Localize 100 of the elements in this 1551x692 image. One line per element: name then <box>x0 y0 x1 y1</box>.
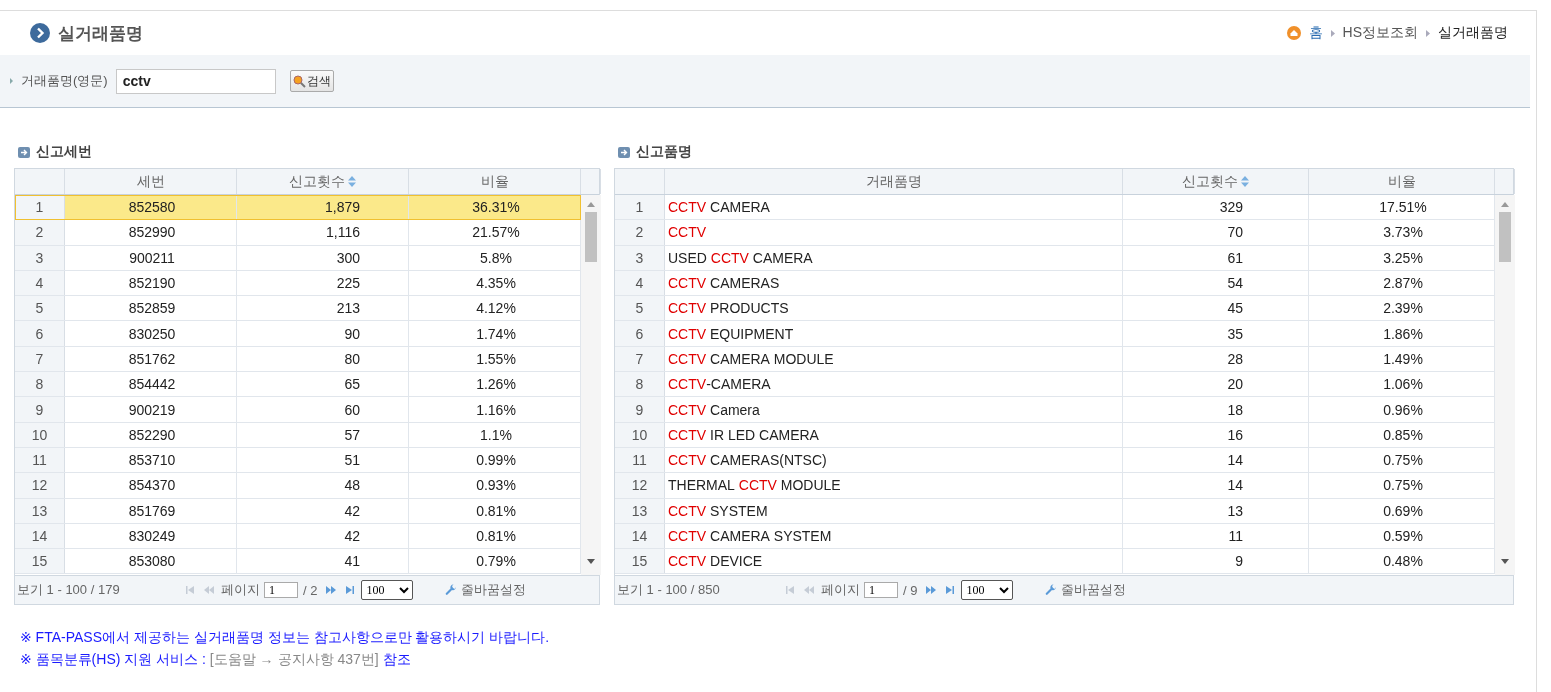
table-row[interactable]: 5 CCTV PRODUCTS 45 2.39% <box>615 296 1495 322</box>
table-row[interactable]: 15 853080 41 0.79% <box>15 549 581 575</box>
table-cell: CCTV CAMERAS(NTSC) <box>665 447 1123 473</box>
table-row[interactable]: 7 851762 80 1.55% <box>15 346 581 373</box>
table-cell: 14 <box>1123 473 1309 498</box>
column-header[interactable]: 비율 <box>1309 169 1495 194</box>
table-row[interactable]: 6 830250 90 1.74% <box>15 321 581 347</box>
table-row[interactable]: 13 851769 42 0.81% <box>15 498 581 524</box>
first-page-icon[interactable] <box>185 586 197 594</box>
last-page-icon[interactable] <box>343 586 356 594</box>
table-row[interactable]: 3 900211 300 5.8% <box>15 245 581 271</box>
table-row[interactable]: 9 CCTV Camera 18 0.96% <box>615 397 1495 423</box>
table-row[interactable]: 9 900219 60 1.16% <box>15 397 581 423</box>
row-number: 14 <box>15 523 65 549</box>
page-total: / 2 <box>303 582 318 598</box>
column-header[interactable]: 거래품명 <box>665 169 1123 194</box>
table-cell: CCTV CAMERA SYSTEM <box>665 523 1123 549</box>
table-row[interactable]: 11 853710 51 0.99% <box>15 447 581 474</box>
table-cell: CCTV CAMERA MODULE <box>665 346 1123 372</box>
table-row[interactable]: 14 CCTV CAMERA SYSTEM 11 0.59% <box>615 523 1495 550</box>
search-button[interactable]: 검색 <box>289 70 334 92</box>
wrap-settings-button[interactable]: 줄바꿈설정 <box>1045 581 1127 599</box>
breadcrumb-link[interactable]: 홈 <box>1308 24 1323 42</box>
table-row[interactable]: 12 854370 48 0.93% <box>15 473 581 499</box>
first-page-icon[interactable] <box>785 586 797 594</box>
table-cell: 852580 <box>65 195 237 220</box>
previous-page-icon[interactable] <box>203 586 215 594</box>
table-row[interactable]: 4 852190 225 4.35% <box>15 270 581 297</box>
row-number: 5 <box>15 296 65 321</box>
table-row[interactable]: 5 852859 213 4.12% <box>15 296 581 322</box>
table-row[interactable]: 2 CCTV 70 3.73% <box>615 220 1495 246</box>
page-label: 페이지 <box>221 581 260 599</box>
table-row[interactable]: 13 CCTV SYSTEM 13 0.69% <box>615 498 1495 524</box>
column-header[interactable]: 비율 <box>409 169 581 194</box>
table-row[interactable]: 6 CCTV EQUIPMENT 35 1.86% <box>615 321 1495 347</box>
row-number: 6 <box>615 321 665 346</box>
table-row[interactable]: 4 CCTV CAMERAS 54 2.87% <box>615 270 1495 297</box>
table-row[interactable]: 8 854442 65 1.26% <box>15 372 581 398</box>
table-row[interactable]: 3 USED CCTV CAMERA 61 3.25% <box>615 245 1495 271</box>
table-row[interactable]: 11 CCTV CAMERAS(NTSC) 14 0.75% <box>615 447 1495 474</box>
table-cell: CCTV DEVICE <box>665 549 1123 574</box>
scrollbar[interactable] <box>581 195 601 575</box>
table-cell: 854442 <box>65 372 237 397</box>
search-icon <box>292 74 306 88</box>
table-cell: 16 <box>1123 422 1309 447</box>
breadcrumb-link[interactable]: 실거래품명 <box>1438 24 1508 42</box>
column-header[interactable]: 신고횟수 <box>1123 169 1309 194</box>
table-row[interactable]: 1 852580 1,879 36.31% <box>15 195 581 221</box>
table-cell: 852290 <box>65 422 237 447</box>
row-number: 12 <box>615 473 665 498</box>
table-row[interactable]: 7 CCTV CAMERA MODULE 28 1.49% <box>615 346 1495 373</box>
row-number: 2 <box>15 220 65 245</box>
table-row[interactable]: 2 852990 1,116 21.57% <box>15 220 581 246</box>
row-number: 13 <box>15 498 65 523</box>
table-cell: CCTV <box>665 220 1123 245</box>
column-header[interactable]: 신고횟수 <box>237 169 409 194</box>
row-number: 15 <box>15 549 65 574</box>
table-row[interactable]: 15 CCTV DEVICE 9 0.48% <box>615 549 1495 575</box>
next-page-icon[interactable] <box>925 586 938 594</box>
page-input[interactable]: 1 <box>864 582 898 598</box>
scrollbar[interactable] <box>1495 195 1515 575</box>
table-cell: 90 <box>237 321 409 346</box>
row-number: 1 <box>15 195 65 220</box>
table-cell: 854370 <box>65 473 237 498</box>
page-size-select[interactable]: 100 <box>961 580 1014 600</box>
breadcrumb-link[interactable]: HS정보조회 <box>1342 24 1418 42</box>
table-cell: 329 <box>1123 195 1309 220</box>
previous-page-icon[interactable] <box>803 586 815 594</box>
help-link[interactable]: [도움말 → 공지사항 437번] <box>209 651 379 667</box>
table-row[interactable]: 12 THERMAL CCTV MODULE 14 0.75% <box>615 473 1495 499</box>
home-icon <box>1286 26 1301 40</box>
row-number: 2 <box>615 220 665 245</box>
table-row[interactable]: 8 CCTV-CAMERA 20 1.06% <box>615 372 1495 398</box>
table-cell: 830250 <box>65 321 237 346</box>
last-page-icon[interactable] <box>943 586 956 594</box>
column-header[interactable]: 세번 <box>65 169 237 194</box>
row-number: 10 <box>15 422 65 447</box>
table-cell: 852990 <box>65 220 237 245</box>
wrap-settings-button[interactable]: 줄바꿈설정 <box>445 581 527 599</box>
next-page-icon[interactable] <box>325 586 338 594</box>
search-label: 거래품명(영문) <box>21 72 108 90</box>
table-cell: 851769 <box>65 498 237 523</box>
table-cell: 57 <box>237 422 409 447</box>
row-number: 1 <box>615 195 665 220</box>
table-cell: 225 <box>237 270 409 296</box>
row-number: 4 <box>15 270 65 296</box>
page-size-select[interactable]: 100 <box>361 580 414 600</box>
table-row[interactable]: 10 852290 57 1.1% <box>15 422 581 448</box>
search-input[interactable]: cctv <box>115 68 276 94</box>
page-title: 실거래품명 <box>58 22 143 45</box>
table-cell: USED CCTV CAMERA <box>665 245 1123 270</box>
page-input[interactable]: 1 <box>264 582 298 598</box>
table-cell: 70 <box>1123 220 1309 245</box>
table-row[interactable]: 1 CCTV CAMERA 329 17.51% <box>615 195 1495 221</box>
separator-icon <box>1426 29 1430 37</box>
table-row[interactable]: 10 CCTV IR LED CAMERA 16 0.85% <box>615 422 1495 448</box>
table-row[interactable]: 14 830249 42 0.81% <box>15 523 581 550</box>
row-number: 3 <box>15 245 65 270</box>
bullet-icon <box>10 78 13 84</box>
table-cell: 9 <box>1123 549 1309 574</box>
